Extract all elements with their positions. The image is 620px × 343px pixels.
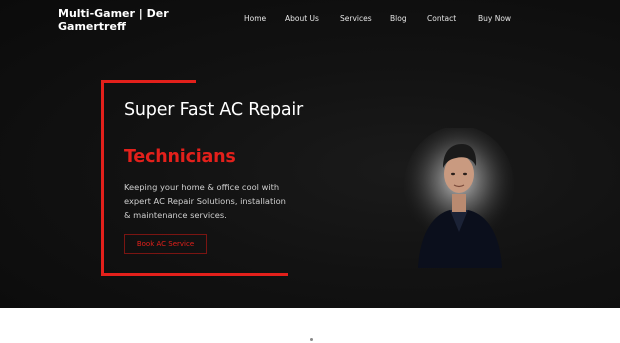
accent-frame-top — [101, 80, 196, 83]
nav-item-blog[interactable]: Blog — [390, 14, 407, 28]
nav-item-about-us[interactable]: About Us — [285, 14, 319, 28]
nav-item-contact[interactable]: Contact — [427, 14, 456, 28]
accent-frame-left — [101, 80, 104, 276]
hero-headline-accent: Technicians — [124, 147, 236, 167]
decorative-dot — [310, 338, 313, 341]
book-ac-service-button[interactable]: Book AC Service — [124, 234, 207, 254]
nav-item-services[interactable]: Services — [340, 14, 372, 28]
technician-portrait — [404, 128, 514, 268]
hero-section: Multi-Gamer | Der Gamertreff Home About … — [0, 0, 620, 308]
nav-item-buy-now[interactable]: Buy Now — [478, 14, 511, 28]
site-header: Multi-Gamer | Der Gamertreff Home About … — [0, 0, 620, 40]
accent-frame-bottom — [101, 273, 288, 276]
hero-description: Keeping your home & office cool with exp… — [124, 182, 286, 220]
hero-headline: Super Fast AC Repair — [124, 100, 304, 120]
nav-item-home[interactable]: Home — [244, 14, 266, 28]
site-logo-text[interactable]: Multi-Gamer | Der Gamertreff — [58, 7, 188, 33]
